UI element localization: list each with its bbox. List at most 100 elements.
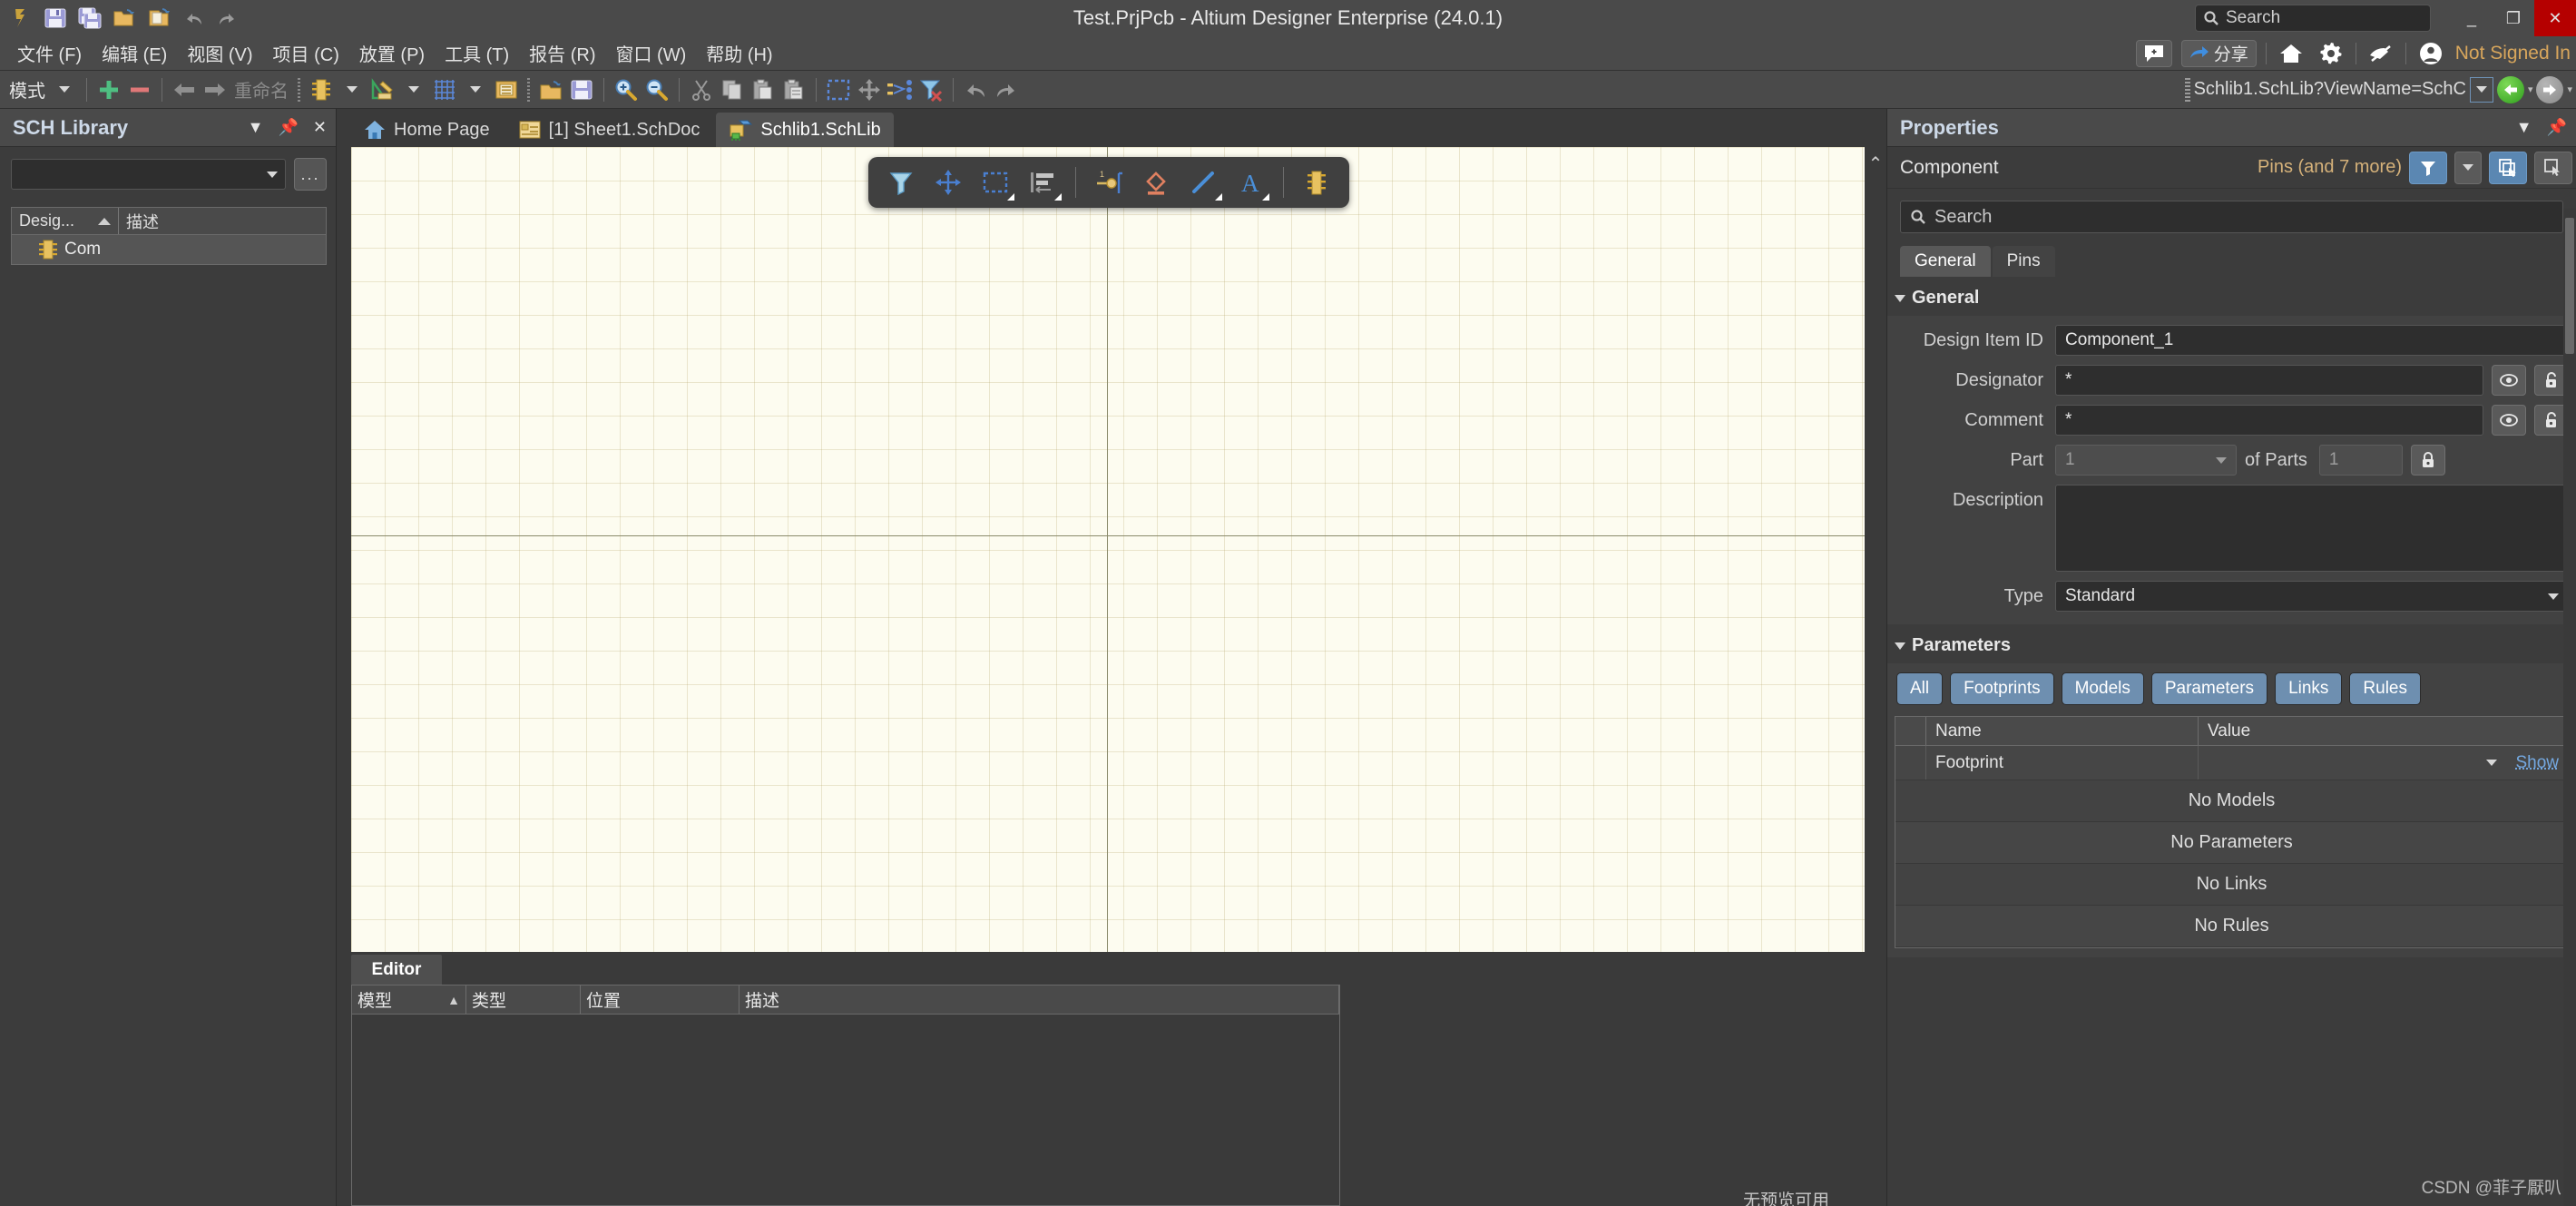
pin-icon[interactable]: 📌 xyxy=(2547,118,2567,137)
restore-button[interactable]: ❐ xyxy=(2493,0,2534,36)
draw-dropdown-icon[interactable] xyxy=(398,74,429,105)
menu-window[interactable]: 窗口 (W) xyxy=(606,36,697,70)
properties-filter-button[interactable] xyxy=(2409,151,2447,184)
part-select[interactable]: 1 xyxy=(2055,445,2237,476)
menu-file[interactable]: 文件 (F) xyxy=(7,36,92,70)
filter-links-button[interactable]: Links xyxy=(2275,672,2343,705)
tab-schlib1-schlib[interactable]: Schlib1.SchLib xyxy=(716,113,894,147)
paste-special-icon[interactable] xyxy=(779,74,809,105)
select-all-objects-button[interactable] xyxy=(2489,151,2527,184)
close-button[interactable]: ✕ xyxy=(2534,0,2576,36)
menu-reports[interactable]: 报告 (R) xyxy=(519,36,605,70)
save-file-icon[interactable] xyxy=(566,74,597,105)
comment-visibility-eye-icon[interactable] xyxy=(2492,405,2526,436)
save-icon[interactable] xyxy=(40,3,71,34)
paste-icon[interactable] xyxy=(748,74,779,105)
column-description[interactable]: 描述 xyxy=(119,208,166,234)
forward-history-caret-icon[interactable]: ▾ xyxy=(2567,83,2572,95)
properties-scrollbar[interactable] xyxy=(2563,209,2576,1206)
connect-nets-icon[interactable] xyxy=(885,74,916,105)
mode-label[interactable]: 模式 xyxy=(5,76,49,103)
column-model[interactable]: 模型 ▲ xyxy=(352,985,466,1014)
tab-general[interactable]: General xyxy=(1900,246,1991,277)
grid-dropdown-icon[interactable] xyxy=(460,74,491,105)
part-lock-icon[interactable] xyxy=(2410,445,2445,476)
library-select[interactable] xyxy=(11,159,286,190)
drag-grip[interactable] xyxy=(2184,77,2190,102)
move-icon[interactable] xyxy=(854,74,885,105)
place-component-icon[interactable] xyxy=(1295,162,1338,203)
open-project-icon[interactable] xyxy=(109,3,140,34)
column-value[interactable]: Value xyxy=(2199,717,2568,745)
minimize-button[interactable]: _ xyxy=(2451,0,2493,36)
column-position[interactable]: 位置 xyxy=(581,985,739,1014)
place-line-icon[interactable] xyxy=(1181,162,1225,203)
filter-models-button[interactable]: Models xyxy=(2061,672,2144,705)
description-textarea[interactable] xyxy=(2055,485,2569,572)
account-avatar-icon[interactable] xyxy=(2415,38,2446,69)
notifications-button[interactable] xyxy=(2135,39,2172,67)
share-button[interactable]: 分享 xyxy=(2180,39,2257,67)
place-shape-icon[interactable] xyxy=(1134,162,1178,203)
filter-parameters-button[interactable]: Parameters xyxy=(2150,672,2268,705)
properties-filter-dropdown[interactable] xyxy=(2454,151,2482,184)
account-status-label[interactable]: Not Signed In xyxy=(2455,43,2571,64)
mode-dropdown-icon[interactable] xyxy=(49,74,80,105)
table-row[interactable]: Footprint Show xyxy=(1895,746,2568,780)
component-dropdown-icon[interactable] xyxy=(337,74,367,105)
url-dropdown-button[interactable] xyxy=(2469,76,2493,103)
remove-component-button[interactable] xyxy=(124,74,155,105)
redo-toolbar-icon[interactable] xyxy=(991,74,1022,105)
extensions-icon[interactable] xyxy=(2365,38,2396,69)
column-type[interactable]: 类型 xyxy=(466,985,581,1014)
footprint-show-link[interactable]: Show xyxy=(2506,746,2568,779)
place-component-icon[interactable] xyxy=(306,74,337,105)
menu-help[interactable]: 帮助 (H) xyxy=(696,36,782,70)
parameter-value-dropdown-icon[interactable] xyxy=(2477,746,2506,779)
close-panel-icon[interactable]: ✕ xyxy=(313,118,327,137)
column-designator[interactable]: Desig... xyxy=(12,208,119,234)
clear-filter-icon[interactable] xyxy=(916,74,946,105)
open-file-icon[interactable] xyxy=(535,74,566,105)
place-text-icon[interactable]: A xyxy=(1229,162,1272,203)
menu-project[interactable]: 项目 (C) xyxy=(263,36,349,70)
collapse-chevron-up-icon[interactable]: ⌃ xyxy=(1868,152,1884,952)
redo-icon[interactable] xyxy=(212,3,243,34)
grid-icon[interactable] xyxy=(429,74,460,105)
properties-scrollbar-thumb[interactable] xyxy=(2565,218,2574,354)
comment-input[interactable]: * xyxy=(2055,405,2483,436)
panel-menu-caret-icon[interactable]: ▼ xyxy=(2516,118,2532,137)
document-url-text[interactable]: Schlib1.SchLib?ViewName=SchC xyxy=(2194,79,2466,100)
menu-edit[interactable]: 编辑 (E) xyxy=(92,36,177,70)
menu-view[interactable]: 视图 (V) xyxy=(177,36,262,70)
parameters-section-header[interactable]: Parameters xyxy=(1887,624,2576,663)
add-component-button[interactable] xyxy=(93,74,124,105)
pin-icon[interactable]: 📌 xyxy=(278,118,298,137)
altium-logo-icon[interactable] xyxy=(5,3,36,34)
properties-search-input[interactable]: Search xyxy=(1900,201,2563,233)
menu-place[interactable]: 放置 (P) xyxy=(349,36,435,70)
open-document-icon[interactable] xyxy=(143,3,174,34)
navigate-back-button[interactable] xyxy=(2496,75,2524,103)
column-description[interactable]: 描述 xyxy=(739,985,1339,1014)
draw-tools-icon[interactable] xyxy=(367,74,398,105)
design-item-id-input[interactable]: Component_1 xyxy=(2055,325,2569,356)
global-search-input[interactable]: Search xyxy=(2195,5,2431,32)
undo-icon[interactable] xyxy=(178,3,209,34)
library-folder-icon[interactable] xyxy=(491,74,522,105)
navigate-forward-button[interactable] xyxy=(2536,75,2564,103)
tab-sheet1-schdoc[interactable]: [1] Sheet1.SchDoc xyxy=(506,113,713,147)
select-region-icon[interactable] xyxy=(823,74,854,105)
panel-menu-caret-icon[interactable]: ▼ xyxy=(248,118,264,137)
model-table-body[interactable] xyxy=(352,1015,1339,1205)
menu-tools[interactable]: 工具 (T) xyxy=(435,36,519,70)
home-icon[interactable] xyxy=(2276,38,2307,69)
column-name[interactable]: Name xyxy=(1926,717,2199,745)
filter-all-button[interactable]: All xyxy=(1896,672,1944,705)
designator-visibility-eye-icon[interactable] xyxy=(2492,365,2526,396)
designator-input[interactable]: * xyxy=(2055,365,2483,396)
tab-editor[interactable]: Editor xyxy=(351,955,442,985)
filter-footprints-button[interactable]: Footprints xyxy=(1950,672,2054,705)
save-all-icon[interactable] xyxy=(74,3,105,34)
next-part-button[interactable] xyxy=(200,74,230,105)
